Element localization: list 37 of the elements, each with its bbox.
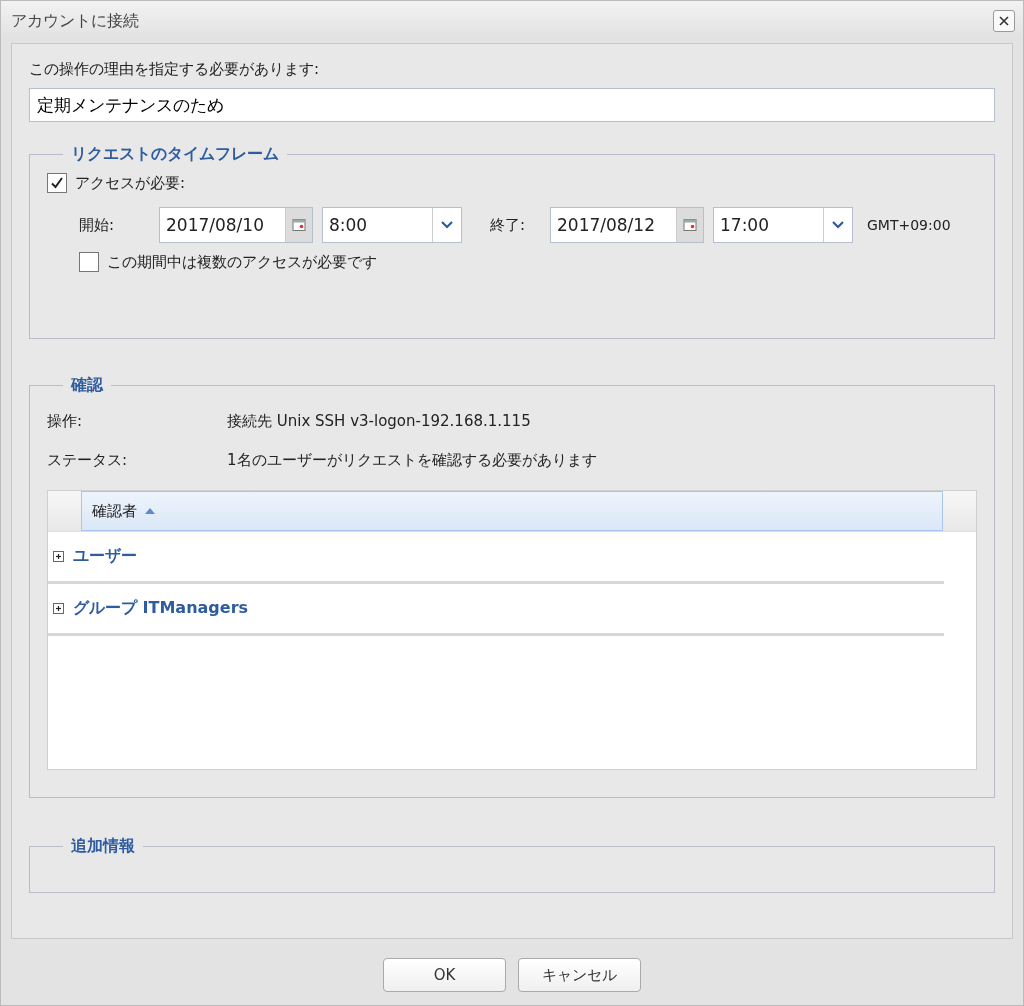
sort-ascending-icon — [145, 508, 155, 514]
close-button[interactable] — [993, 10, 1015, 32]
checkbox-label: この期間中は複数のアクセスが必要です — [107, 252, 377, 272]
field-label: ステータス: — [47, 451, 129, 470]
field-value: 1名のユーザーがリクエストを確認する必要があります — [227, 451, 597, 470]
group-legend: 確認 — [63, 375, 111, 396]
window-title: アカウントに接続 — [11, 10, 139, 32]
chevron-down-icon — [441, 221, 453, 229]
ok-button[interactable]: OK — [383, 958, 506, 992]
chevron-down-icon — [832, 221, 844, 229]
range-label: 開始: — [79, 215, 116, 235]
group-legend: リクエストのタイムフレーム — [63, 144, 287, 165]
expand-icon[interactable] — [53, 603, 64, 614]
time-dropdown[interactable]: 17:00 — [713, 207, 853, 243]
calendar-icon — [292, 218, 306, 232]
reason-label: この操作の理由を指定する必要があります: — [29, 60, 321, 79]
date-field[interactable]: 2017/08/12 — [550, 207, 704, 243]
group-row[interactable]: グループ ITManagers — [48, 584, 944, 636]
expand-icon[interactable] — [53, 551, 64, 562]
date-field[interactable]: 2017/08/10 — [159, 207, 313, 243]
calendar-button[interactable] — [285, 208, 312, 242]
close-icon — [999, 16, 1009, 26]
checkbox-label: アクセスが必要: — [75, 173, 186, 193]
field-value: 接続先 Unix SSH v3-logon-192.168.1.115 — [227, 412, 531, 431]
multiple-access-checkbox[interactable] — [79, 252, 99, 272]
group-row[interactable]: ユーザー — [48, 532, 944, 584]
reason-field[interactable]: 定期メンテナンスのため — [29, 88, 995, 122]
time-dropdown[interactable]: 8:00 — [322, 207, 462, 243]
group-legend: 追加情報 — [63, 836, 143, 857]
calendar-icon — [683, 218, 697, 232]
range-label: 終了: — [490, 215, 527, 235]
calendar-button[interactable] — [676, 208, 703, 242]
timezone-label: GMT+09:00 — [867, 217, 951, 233]
access-required-checkbox[interactable] — [47, 173, 67, 193]
cancel-button[interactable]: キャンセル — [518, 958, 641, 992]
field-label: 操作: — [47, 412, 84, 431]
column-header[interactable]: 確認者 — [81, 491, 943, 531]
